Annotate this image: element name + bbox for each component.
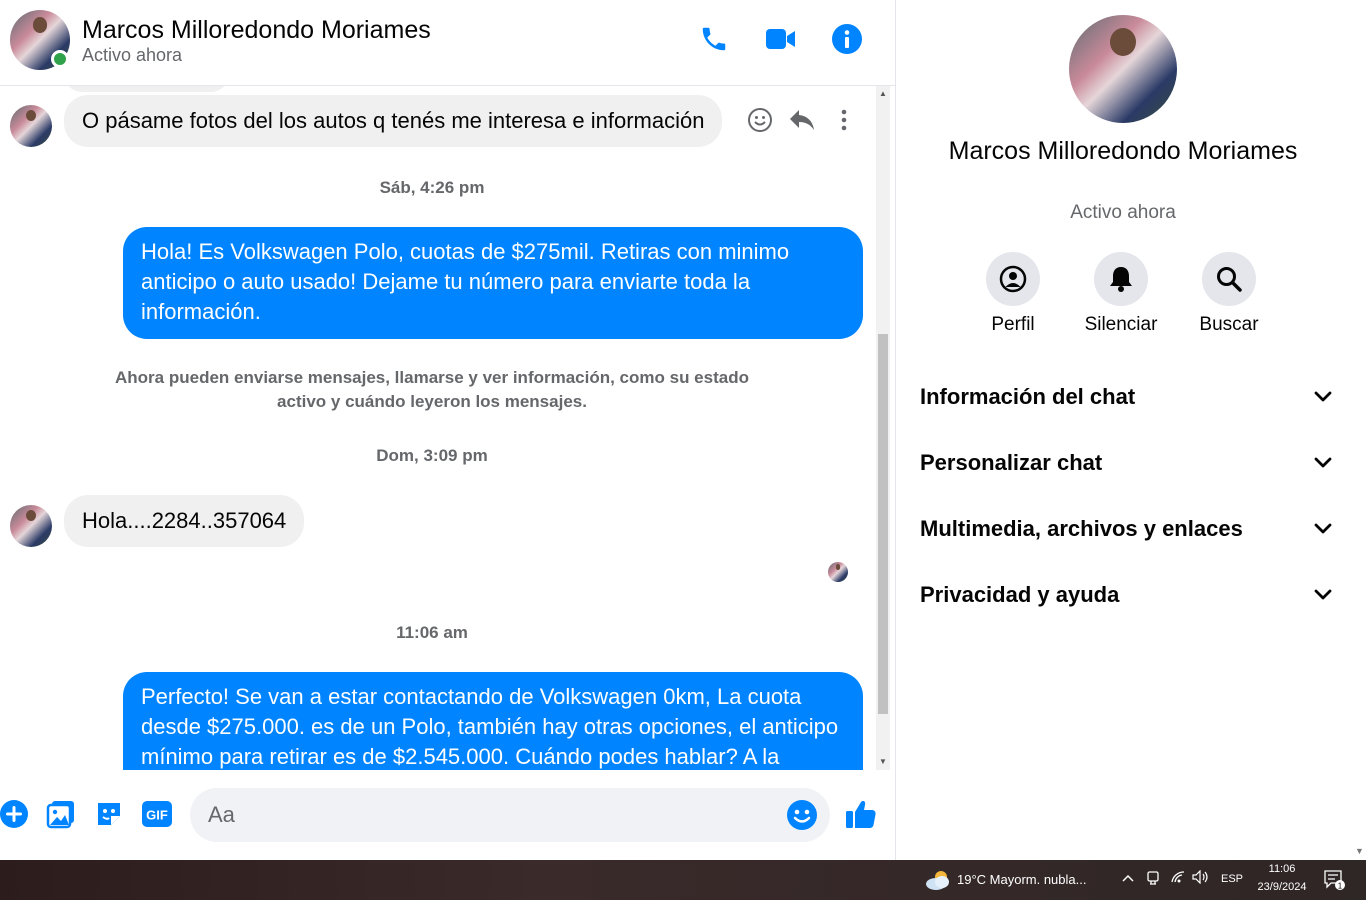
mute-button[interactable]: Silenciar xyxy=(1066,252,1176,336)
weather-text[interactable]: 19°C Mayorm. nubla... xyxy=(957,872,1086,887)
emoji-icon[interactable] xyxy=(786,799,818,836)
contact-name[interactable]: Marcos Milloredondo Moriames xyxy=(82,16,431,45)
bell-icon xyxy=(1094,252,1148,306)
weather-cloudy-icon[interactable] xyxy=(924,868,952,892)
profile-avatar[interactable] xyxy=(1069,15,1177,123)
incoming-message[interactable]: Hola....2284..357064 xyxy=(64,495,305,547)
reply-icon[interactable] xyxy=(787,105,817,135)
chat-header: Marcos Milloredondo Moriames Activo ahor… xyxy=(0,0,895,86)
previous-message-bubble xyxy=(64,86,229,92)
more-options-icon[interactable] xyxy=(829,105,859,135)
system-notice: Ahora pueden enviarse mensajes, llamarse… xyxy=(115,368,749,411)
search-label: Buscar xyxy=(1199,314,1259,335)
message-timestamp: Dom, 3:09 pm xyxy=(376,446,488,465)
clock-time[interactable]: 11:06 xyxy=(1258,863,1306,875)
video-call-icon[interactable] xyxy=(764,22,798,56)
sticker-icon[interactable] xyxy=(93,798,125,830)
outgoing-message[interactable]: Hola! Es Volkswagen Polo, cuotas de $275… xyxy=(123,227,863,339)
phone-icon[interactable] xyxy=(697,22,731,56)
message-input[interactable] xyxy=(208,800,768,830)
section-privacy-help[interactable]: Privacidad y ayuda xyxy=(920,575,1332,615)
mute-label: Silenciar xyxy=(1084,314,1158,335)
wifi-icon[interactable] xyxy=(1170,870,1186,887)
chevron-down-icon xyxy=(1314,391,1332,402)
section-label: Personalizar chat xyxy=(920,450,1103,475)
scroll-thumb[interactable] xyxy=(878,334,888,714)
section-label: Información del chat xyxy=(920,384,1136,409)
chevron-up-icon[interactable] xyxy=(1122,870,1134,885)
scroll-down-arrow-icon[interactable]: ▼ xyxy=(879,758,887,766)
incoming-message[interactable]: O pásame fotos del los autos q tenés me … xyxy=(64,95,723,147)
message-timestamp: 11:06 am xyxy=(396,623,468,642)
section-label: Privacidad y ayuda xyxy=(920,582,1120,607)
notification-count: 1 xyxy=(1338,882,1343,891)
profile-icon xyxy=(986,252,1040,306)
online-status-dot xyxy=(51,50,69,68)
outgoing-message[interactable]: Perfecto! Se van a estar contactando de … xyxy=(123,672,863,770)
scroll-up-arrow-icon[interactable]: ▲ xyxy=(879,90,887,98)
section-media-files-links[interactable]: Multimedia, archivos y enlaces xyxy=(920,509,1332,549)
meet-now-icon[interactable] xyxy=(1146,870,1160,889)
image-icon[interactable] xyxy=(45,798,77,830)
message-list[interactable]: O pásame fotos del los autos q tenés me … xyxy=(0,86,875,770)
conversation-info-panel: Marcos Milloredondo Moriames Activo ahor… xyxy=(895,0,1366,860)
volume-icon[interactable] xyxy=(1192,869,1210,887)
message-timestamp: Sáb, 4:26 pm xyxy=(379,178,485,197)
input-language[interactable]: ESP xyxy=(1221,873,1243,885)
gif-label: GIF xyxy=(146,808,168,823)
chat-panel: Marcos Milloredondo Moriames Activo ahor… xyxy=(0,0,895,860)
section-customize-chat[interactable]: Personalizar chat xyxy=(920,443,1332,483)
notifications-icon[interactable]: 1 xyxy=(1324,870,1346,895)
profile-status: Activo ahora xyxy=(1070,202,1176,223)
read-receipt-avatar xyxy=(828,562,848,582)
contact-avatar[interactable] xyxy=(10,105,52,147)
section-label: Multimedia, archivos y enlaces xyxy=(920,516,1243,541)
windows-taskbar: 19°C Mayorm. nubla... ESP 11:06 23/9/202… xyxy=(0,860,1366,900)
chevron-down-icon xyxy=(1314,523,1332,534)
side-scroll-down-arrow-icon[interactable]: ▼ xyxy=(1355,846,1364,856)
profile-button[interactable]: Perfil xyxy=(958,252,1068,336)
search-button[interactable]: Buscar xyxy=(1174,252,1284,336)
profile-name: Marcos Milloredondo Moriames xyxy=(948,137,1298,165)
chevron-down-icon xyxy=(1314,589,1332,600)
profile-label: Perfil xyxy=(991,314,1035,335)
chevron-down-icon xyxy=(1314,457,1332,468)
clock-date[interactable]: 23/9/2024 xyxy=(1252,881,1312,893)
contact-status: Activo ahora xyxy=(82,45,183,65)
message-input-box[interactable] xyxy=(190,788,830,842)
react-emoji-icon[interactable] xyxy=(745,105,775,135)
gif-icon[interactable]: GIF xyxy=(140,798,174,830)
section-chat-info[interactable]: Información del chat xyxy=(920,377,1332,417)
search-icon xyxy=(1202,252,1256,306)
message-scrollbar[interactable]: ▲ ▼ xyxy=(876,86,890,770)
like-icon[interactable] xyxy=(845,798,877,830)
plus-icon[interactable] xyxy=(0,798,30,830)
contact-avatar[interactable] xyxy=(10,505,52,547)
composer-bar: GIF xyxy=(0,770,895,860)
info-icon[interactable] xyxy=(830,22,864,56)
